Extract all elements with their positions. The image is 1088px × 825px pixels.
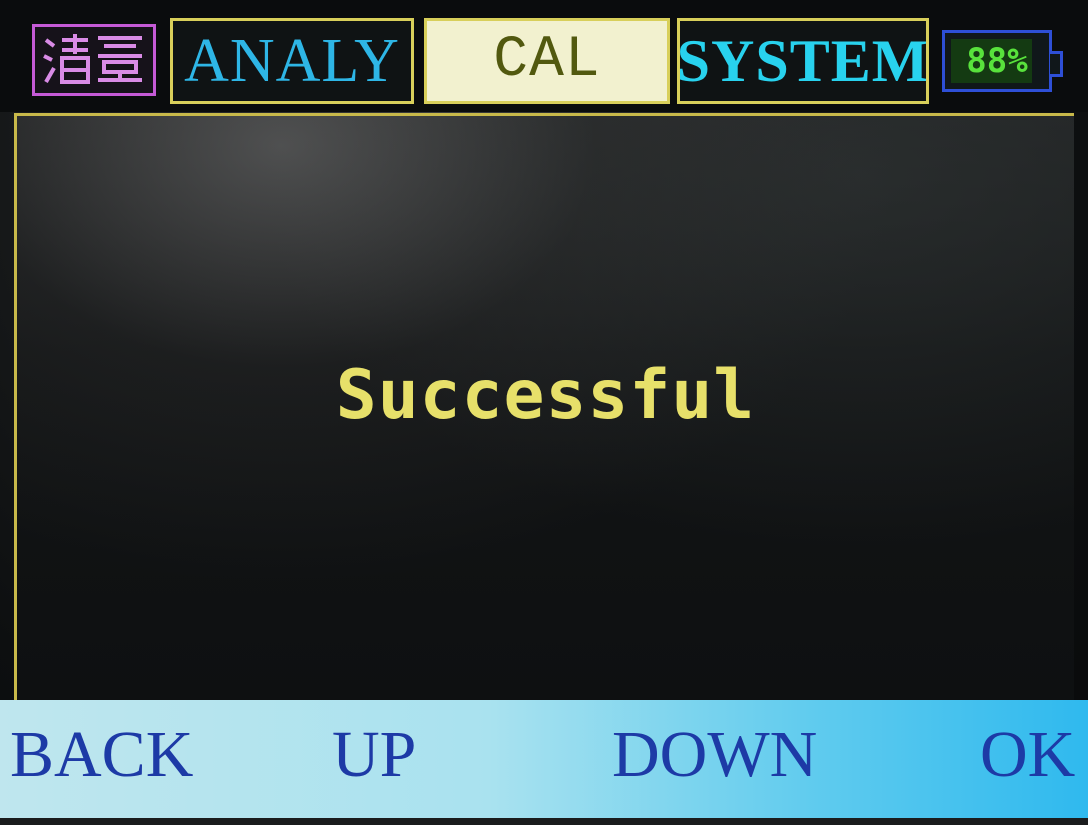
battery-tip [1050,51,1063,77]
up-button[interactable]: UP [332,722,416,788]
ok-button[interactable]: OK [980,722,1075,788]
tab-analy[interactable]: ANALY [170,18,414,104]
down-button[interactable]: DOWN [612,722,817,788]
softkey-bar: BACK UP DOWN OK [0,700,1088,818]
tab-bar: 清零 ANALY [0,0,1088,112]
bezel-edge [0,818,1088,825]
content-panel: Successful [14,113,1074,707]
battery-indicator: 88% [942,30,1063,92]
tab-cal[interactable]: CAL [424,18,670,104]
tab-system[interactable]: SYSTEM [677,18,929,104]
status-message: Successful [335,356,756,435]
device-screen: 清零 ANALY [0,0,1088,825]
back-button[interactable]: BACK [10,722,193,788]
zero-clear-icon: 清零 [43,34,142,84]
battery-percent: 88% [966,41,1028,81]
tab-zero-clear[interactable]: 清零 [32,24,156,96]
